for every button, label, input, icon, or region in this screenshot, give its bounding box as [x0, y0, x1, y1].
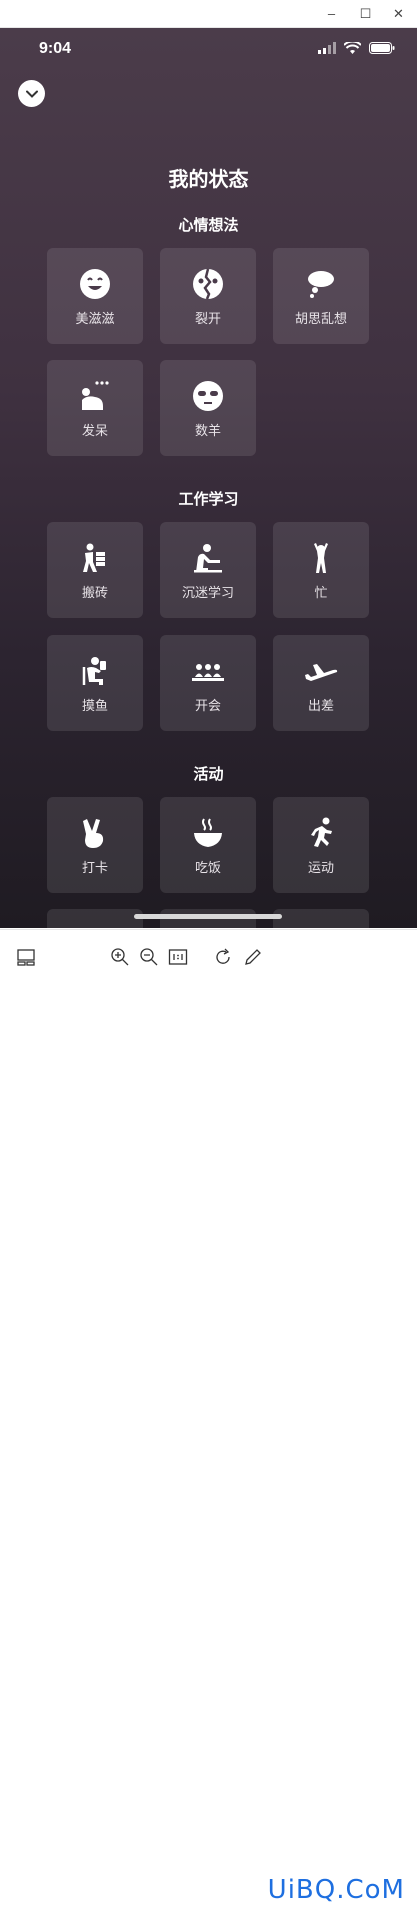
collapse-button[interactable]: [18, 80, 45, 107]
tile-label: 沉迷学习: [181, 585, 234, 600]
carry-bricks-icon: [83, 543, 105, 572]
close-icon[interactable]: ✕: [390, 5, 407, 22]
thought-cloud-icon: [308, 271, 334, 298]
status-tile-bricks[interactable]: 搬砖: [47, 522, 143, 618]
tile-label: 忙: [314, 585, 328, 600]
minimize-icon[interactable]: –: [323, 5, 340, 22]
tile-label: 吃饭: [194, 860, 221, 875]
watermark-logo: UiBQ.CoM: [267, 1875, 405, 1905]
tile-label: 打卡: [81, 860, 108, 875]
layout-icon[interactable]: [16, 947, 36, 967]
wifi-icon: [344, 42, 361, 54]
tile-label: 运动: [307, 860, 334, 875]
status-tile-counting-sheep[interactable]: 数羊: [160, 360, 256, 456]
battery-icon: [369, 42, 395, 54]
tile-label: 发呆: [81, 423, 108, 438]
status-time: 9:04: [39, 40, 72, 57]
section-title-activity: 活动: [193, 766, 224, 783]
tile-label: 胡思乱想: [294, 311, 347, 326]
tile-label: 裂开: [194, 311, 221, 326]
happy-face-icon: [80, 269, 110, 299]
status-bar: 9:04: [0, 28, 417, 70]
page-title: 我的状态: [168, 169, 249, 191]
meeting-icon: [192, 664, 224, 681]
food-bowl-icon: [194, 818, 222, 847]
status-tile-cracked[interactable]: 裂开: [160, 248, 256, 344]
tile-label: 数羊: [194, 423, 221, 438]
cracked-face-icon: [193, 268, 223, 300]
slacking-icon: [82, 657, 106, 685]
section-title-mood: 心情想法: [178, 217, 239, 234]
status-icons: [318, 42, 395, 54]
status-tile-partial[interactable]: [273, 909, 369, 928]
status-tile-meeting[interactable]: 开会: [160, 635, 256, 731]
tile-label: 美滋滋: [75, 311, 115, 326]
status-tile-eating[interactable]: 吃饭: [160, 797, 256, 893]
daydream-icon: [82, 381, 109, 410]
chevron-down-icon: [25, 90, 38, 98]
peace-hand-icon: [83, 819, 104, 848]
status-tile-happy[interactable]: 美滋滋: [47, 248, 143, 344]
busy-icon: [314, 543, 328, 573]
status-tile-checkin[interactable]: 打卡: [47, 797, 143, 893]
status-tile-overthinking[interactable]: 胡思乱想: [273, 248, 369, 344]
zoom-out-icon[interactable]: [139, 947, 159, 967]
viewer-toolbar: UiBQ.CoM: [0, 929, 417, 1905]
window-titlebar: – ☐ ✕: [0, 0, 417, 28]
status-tile-exercise[interactable]: 运动: [273, 797, 369, 893]
status-tile-daydream[interactable]: 发呆: [47, 360, 143, 456]
maximize-icon[interactable]: ☐: [357, 5, 374, 22]
airplane-icon: [305, 664, 338, 681]
status-tile-business-trip[interactable]: 出差: [273, 635, 369, 731]
zoom-in-icon[interactable]: [110, 947, 130, 967]
status-tile-study[interactable]: 沉迷学习: [160, 522, 256, 618]
status-tile-busy[interactable]: 忙: [273, 522, 369, 618]
status-tile-slacking[interactable]: 摸鱼: [47, 635, 143, 731]
phone-screen: 9:04 我的状态 心情想法 美滋滋 裂开 胡思乱想 发呆 数羊 工作学习 搬砖…: [0, 28, 417, 928]
section-title-work: 工作学习: [178, 491, 239, 508]
running-icon: [311, 817, 332, 847]
home-indicator[interactable]: [134, 914, 282, 919]
tile-label: 出差: [307, 698, 334, 713]
signal-icon: [318, 42, 336, 54]
rotate-icon[interactable]: [213, 947, 233, 967]
edit-pen-icon[interactable]: [243, 947, 263, 967]
actual-size-icon[interactable]: [168, 947, 188, 967]
tile-label: 开会: [194, 698, 221, 713]
status-tile-partial[interactable]: [47, 909, 143, 928]
study-icon: [194, 544, 222, 573]
tile-label: 摸鱼: [81, 698, 108, 713]
tile-label: 搬砖: [81, 585, 108, 600]
sheep-face-icon: [193, 381, 223, 411]
